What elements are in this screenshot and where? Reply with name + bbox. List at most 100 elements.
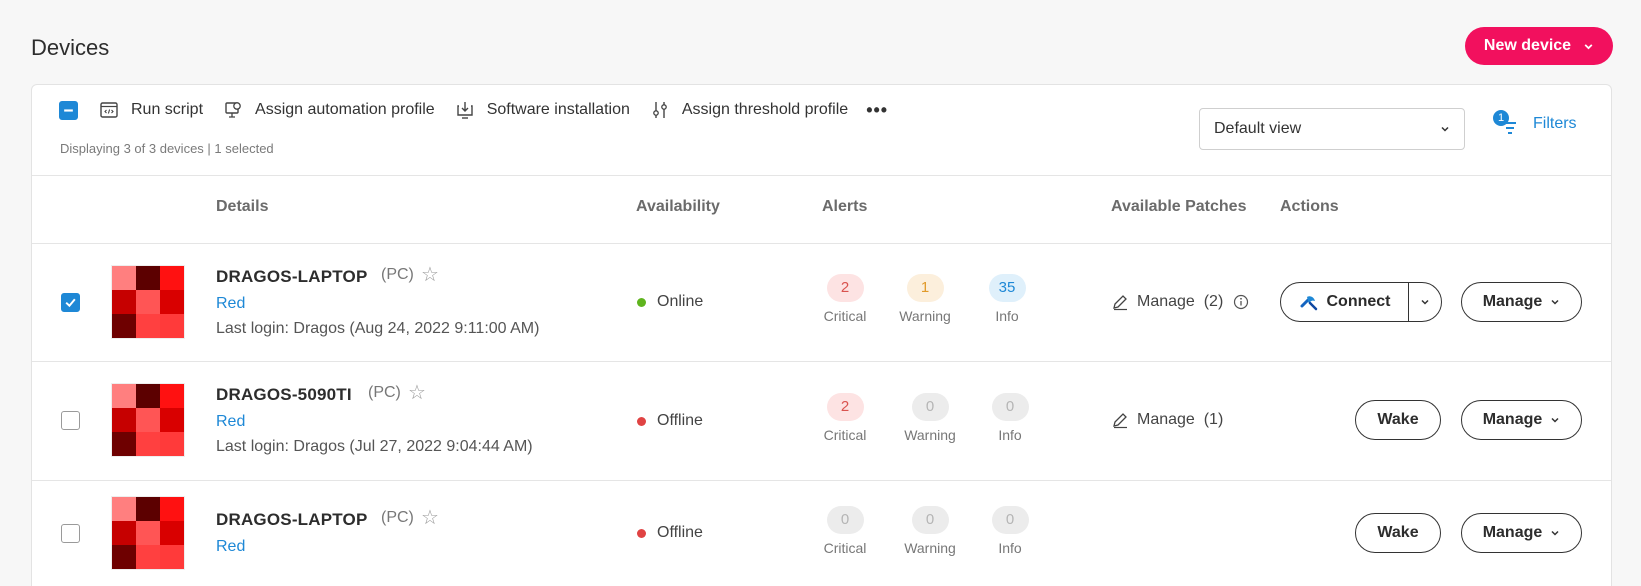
manage-button[interactable]: Manage — [1461, 513, 1582, 553]
info-count: 0 — [991, 393, 1029, 421]
connect-button[interactable]: Connect — [1281, 283, 1409, 321]
select-all-checkbox[interactable] — [59, 101, 78, 120]
alert-critical[interactable]: 2 Critical — [815, 393, 875, 443]
manage-patches-link[interactable]: Manage (1) — [1111, 411, 1223, 429]
critical-label: Critical — [823, 427, 867, 443]
connect-options-dropdown[interactable] — [1409, 283, 1441, 321]
warning-count: 1 — [906, 274, 944, 302]
automation-icon — [225, 102, 241, 118]
script-icon — [100, 102, 118, 118]
minus-icon — [64, 109, 73, 112]
remote-connect-icon — [1300, 296, 1317, 311]
alert-critical[interactable]: 2 Critical — [815, 274, 875, 324]
assign-automation-label: Assign automation profile — [255, 101, 435, 118]
view-select-value: Default view — [1214, 120, 1302, 137]
row-checkbox[interactable] — [61, 524, 80, 543]
column-header-patches: Available Patches — [1111, 198, 1247, 215]
column-header-alerts: Alerts — [822, 198, 868, 215]
alert-warning[interactable]: 1 Warning — [895, 274, 955, 324]
manage-button[interactable]: Manage — [1461, 400, 1582, 440]
info-count: 0 — [991, 506, 1029, 534]
availability-label: Online — [657, 293, 704, 310]
filters-label: Filters — [1533, 115, 1577, 132]
wake-button[interactable]: Wake — [1355, 513, 1441, 553]
download-icon — [456, 102, 473, 119]
warning-label: Warning — [899, 308, 951, 324]
filters-count-badge: 1 — [1493, 110, 1509, 126]
info-label: Info — [995, 308, 1019, 324]
device-group[interactable]: Red — [216, 538, 245, 556]
page-title: Devices — [31, 35, 110, 60]
row-divider — [32, 480, 1611, 481]
warning-count: 0 — [911, 506, 949, 534]
device-name[interactable]: DRAGOS-LAPTOP — [216, 267, 368, 287]
check-icon — [65, 298, 76, 308]
alert-info[interactable]: 35 Info — [977, 274, 1037, 324]
critical-label: Critical — [823, 308, 867, 324]
assign-threshold-label: Assign threshold profile — [681, 101, 849, 118]
divider — [32, 243, 1611, 244]
availability-label: Offline — [657, 524, 703, 541]
chevron-down-icon — [1584, 43, 1593, 49]
info-label: Info — [998, 427, 1022, 443]
wake-button[interactable]: Wake — [1355, 400, 1441, 440]
device-thumbnail — [111, 383, 185, 457]
alert-info[interactable]: 0 Info — [980, 393, 1040, 443]
device-type: (PC) — [381, 266, 414, 283]
manage-label: Manage — [1482, 293, 1543, 310]
row-checkbox[interactable] — [61, 411, 80, 430]
star-icon[interactable]: ☆ — [421, 262, 439, 287]
device-group[interactable]: Red — [216, 295, 245, 313]
device-type: (PC) — [381, 509, 414, 526]
manage-patches-link[interactable]: Manage (2) — [1111, 293, 1257, 311]
display-count: Displaying 3 of 3 devices | 1 selected — [60, 141, 274, 156]
info-label: Info — [998, 540, 1022, 556]
divider — [32, 175, 1611, 176]
row-divider — [32, 361, 1611, 362]
availability-status: Online — [637, 293, 703, 311]
device-name[interactable]: DRAGOS-LAPTOP — [216, 510, 368, 530]
column-header-availability: Availability — [636, 198, 720, 215]
assign-automation-profile-button[interactable]: Assign automation profile — [223, 100, 435, 120]
new-device-label: New device — [1483, 37, 1572, 54]
last-login: Last login: Dragos (Jul 27, 2022 9:04:44… — [216, 438, 533, 455]
availability-status: Offline — [637, 524, 703, 542]
more-actions-button[interactable]: ••• — [866, 100, 888, 121]
wake-label: Wake — [1377, 411, 1419, 428]
new-device-button[interactable]: New device — [1465, 27, 1613, 65]
manage-button[interactable]: Manage — [1461, 282, 1582, 322]
device-group[interactable]: Red — [216, 413, 245, 431]
alert-warning[interactable]: 0 Warning — [900, 506, 960, 556]
alert-critical[interactable]: 0 Critical — [815, 506, 875, 556]
connect-split-button: Connect — [1280, 282, 1442, 322]
chevron-down-icon — [1551, 299, 1559, 305]
status-dot — [637, 528, 646, 538]
software-installation-button[interactable]: Software installation — [455, 100, 630, 120]
chevron-down-icon — [1551, 417, 1559, 423]
sliders-icon — [653, 102, 667, 118]
star-icon[interactable]: ☆ — [421, 505, 439, 530]
chevron-down-icon — [1551, 530, 1559, 536]
run-script-button[interactable]: Run script — [99, 100, 203, 120]
critical-count: 2 — [826, 274, 864, 302]
info-icon[interactable] — [1233, 294, 1249, 310]
status-dot — [637, 297, 646, 307]
column-header-actions: Actions — [1280, 198, 1339, 215]
device-name[interactable]: DRAGOS-5090TI — [216, 385, 352, 405]
row-checkbox[interactable] — [61, 293, 80, 312]
alert-warning[interactable]: 0 Warning — [900, 393, 960, 443]
star-icon[interactable]: ☆ — [408, 380, 426, 405]
manage-patches-label: Manage (2) — [1137, 293, 1224, 310]
alert-info[interactable]: 0 Info — [980, 506, 1040, 556]
assign-threshold-profile-button[interactable]: Assign threshold profile — [650, 100, 848, 120]
device-thumbnail — [111, 265, 185, 339]
column-header-details: Details — [216, 198, 269, 215]
availability-status: Offline — [637, 412, 703, 430]
info-count: 35 — [988, 274, 1026, 302]
run-script-label: Run script — [131, 101, 204, 118]
manage-label: Manage — [1482, 411, 1543, 428]
filters-button[interactable]: 1 Filters — [1493, 110, 1577, 136]
device-thumbnail — [111, 496, 185, 570]
view-select[interactable]: Default view — [1199, 108, 1465, 150]
warning-count: 0 — [911, 393, 949, 421]
